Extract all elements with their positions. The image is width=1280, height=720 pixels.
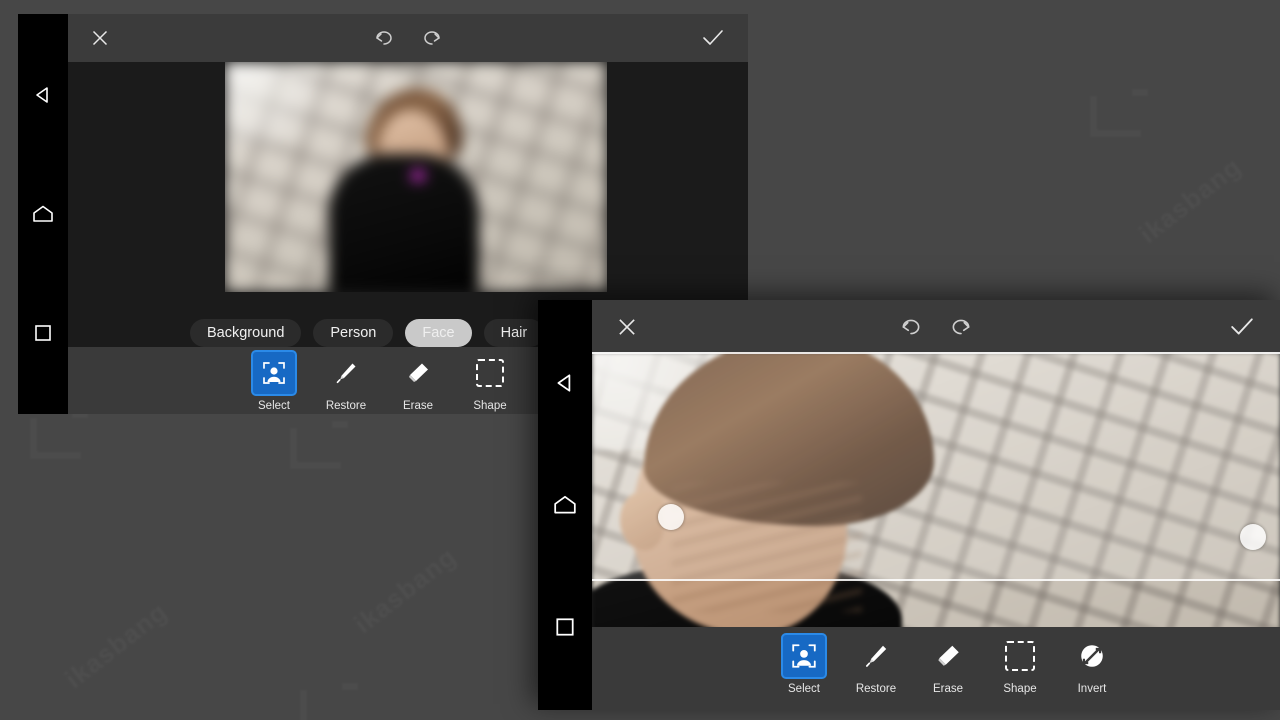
tool-restore-front[interactable]: Restore [840,635,912,695]
tool-select-front[interactable]: Select [768,635,840,695]
tool-invert-front[interactable]: Invert [1056,635,1128,695]
checkmark-icon [703,30,723,45]
editor-topbar-front [592,300,1280,352]
watermark-text: ikasbang [1133,151,1247,250]
confirm-button[interactable] [1230,317,1254,337]
redo-icon [952,319,970,335]
dashed-square-icon [999,635,1041,677]
selection-handle-right[interactable] [1240,524,1266,550]
redo-button[interactable] [949,316,973,343]
editor-window-front[interactable]: Background Person Face Hair Head Select [538,300,1280,710]
chip-person[interactable]: Person [313,318,394,348]
selection-handle-left[interactable] [658,504,684,530]
person-focus-icon [783,635,825,677]
tool-shape-front[interactable]: Shape [984,635,1056,695]
tool-toolbar-front: Select Restore Erase Shape Invert [592,627,1280,710]
checkmark-icon [1231,318,1253,335]
home-icon[interactable] [552,492,578,518]
selection-band [592,352,1280,581]
chip-hair[interactable]: Hair [483,318,545,348]
triangle-back-icon[interactable] [552,370,578,396]
tool-label: Select [788,683,820,695]
undo-icon [376,31,392,45]
tool-label: Invert [1077,683,1107,695]
image-canvas-front[interactable] [592,352,1280,632]
dashed-square-icon [469,352,511,394]
watermark-logo [300,690,351,720]
watermark-logo [290,428,341,469]
brush-icon [855,635,897,677]
triangle-back-icon[interactable] [30,82,56,108]
editor-topbar-back [68,14,748,62]
undo-button[interactable] [899,316,923,343]
invert-icon [1071,635,1113,677]
android-navigation-bar [538,300,592,710]
tool-select-back[interactable]: Select [238,352,310,412]
undo-button[interactable] [373,28,395,53]
confirm-button[interactable] [702,29,724,47]
tool-label: Erase [402,400,434,412]
tool-shape-back[interactable]: Shape [454,352,526,412]
history-controls-front [592,316,1280,343]
redo-icon [424,31,440,45]
history-controls-back [68,28,748,53]
home-icon[interactable] [30,201,56,227]
editor-screen-front: Background Person Face Hair Head Select [592,300,1280,710]
square-recents-icon[interactable] [30,320,56,346]
eraser-icon [927,635,969,677]
undo-icon [902,319,920,335]
tool-restore-back[interactable]: Restore [310,352,382,412]
android-navigation-bar [18,14,68,414]
watermark-logo [30,418,81,459]
tool-erase-front[interactable]: Erase [912,635,984,695]
photo-content [225,62,607,292]
tool-label: Erase [932,683,964,695]
person-focus-icon [253,352,295,394]
tool-label: Restore [325,400,367,412]
redo-button[interactable] [421,28,443,53]
watermark-text: ikasbang [348,541,462,640]
brush-icon [325,352,367,394]
tool-erase-back[interactable]: Erase [382,352,454,412]
watermark-text: ikasbang [59,596,173,695]
tool-label: Shape [473,400,507,412]
tool-label: Shape [1003,683,1037,695]
chip-face[interactable]: Face [405,318,472,348]
tool-label: Restore [855,683,897,695]
edited-photo-back [225,62,607,292]
square-recents-icon[interactable] [552,614,578,640]
watermark-logo [1090,96,1141,137]
tool-label: Select [258,400,290,412]
chip-background[interactable]: Background [190,318,302,348]
eraser-icon [397,352,439,394]
